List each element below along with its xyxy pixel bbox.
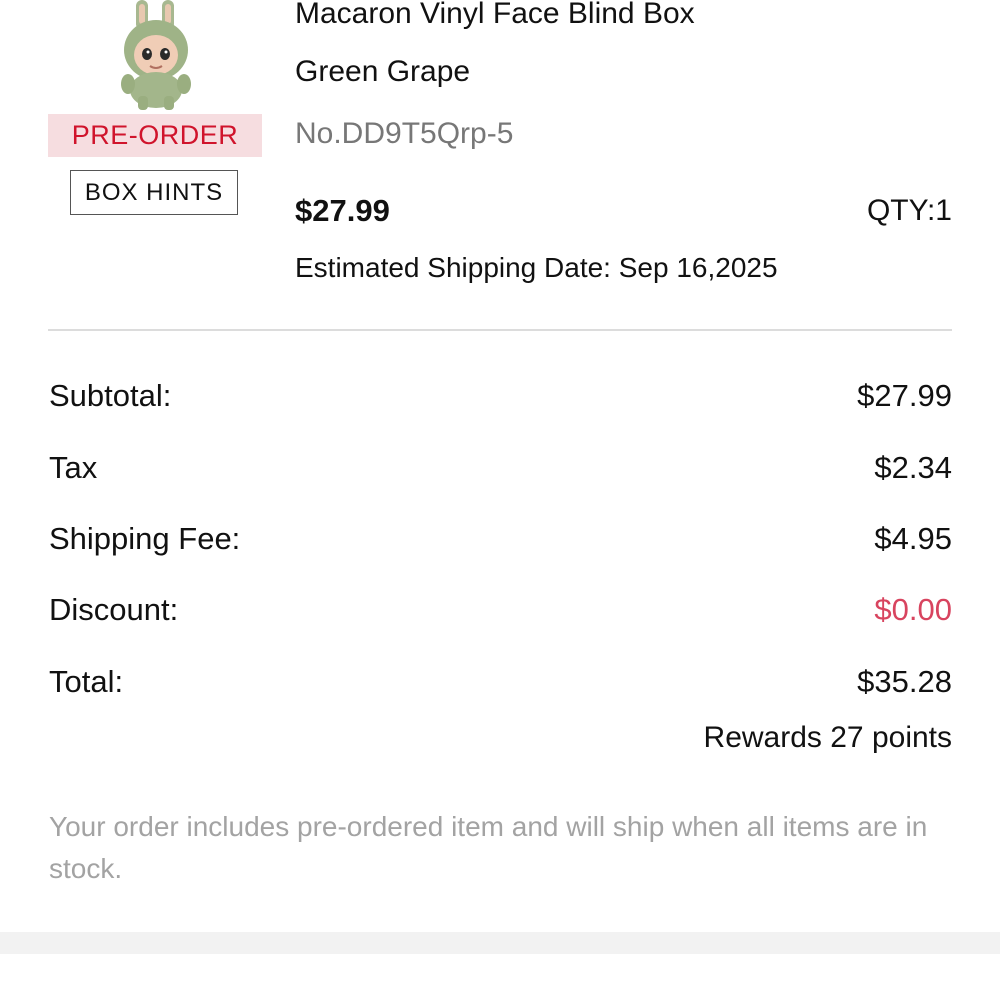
preorder-notice: Your order includes pre-ordered item and… <box>49 811 928 884</box>
shipping-fee-value: $4.95 <box>874 521 952 556</box>
shipping-fee-row: Shipping Fee: $4.95 <box>49 517 952 561</box>
subtotal-row: Subtotal: $27.99 <box>49 374 952 418</box>
preorder-badge: PRE-ORDER <box>48 114 262 157</box>
order-summary-page: PRE-ORDER BOX HINTS Macaron Vinyl Face B… <box>0 0 1000 1000</box>
shipping-fee-label: Shipping Fee: <box>49 521 241 556</box>
product-name[interactable]: Macaron Vinyl Face Blind Box <box>295 0 695 36</box>
total-label: Total: <box>49 664 124 699</box>
discount-value: $0.00 <box>874 592 952 627</box>
total-value: $35.28 <box>857 664 952 699</box>
total-row: Total: $35.28 <box>49 660 952 704</box>
discount-label: Discount: <box>49 592 179 627</box>
subtotal-label: Subtotal: <box>49 378 172 413</box>
plush-figure-image[interactable] <box>114 0 198 112</box>
tax-row: Tax $2.34 <box>49 446 952 490</box>
estimated-shipping-date: Estimated Shipping Date: Sep 16,2025 <box>295 252 778 283</box>
box-hints-button[interactable]: BOX HINTS <box>70 170 238 215</box>
discount-row: Discount: $0.00 <box>49 588 952 632</box>
subtotal-value: $27.99 <box>857 378 952 413</box>
product-variant: Green Grape <box>295 55 471 88</box>
rewards-points: Rewards 27 points <box>703 721 952 754</box>
tax-label: Tax <box>49 450 98 485</box>
tax-value: $2.34 <box>874 450 952 485</box>
product-price: $27.99 <box>295 193 390 228</box>
section-separator-band <box>0 932 1000 954</box>
product-sku: No.DD9T5Qrp-5 <box>295 117 514 150</box>
product-quantity: QTY:1 <box>866 194 952 227</box>
section-divider <box>48 329 952 331</box>
